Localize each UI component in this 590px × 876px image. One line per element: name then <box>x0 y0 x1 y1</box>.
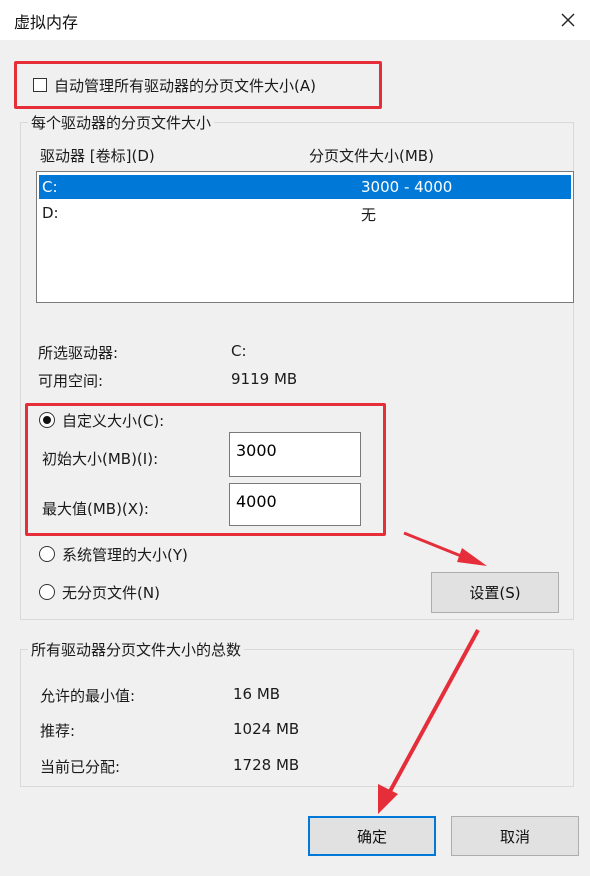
arrow-to-ok-button-icon <box>378 629 480 814</box>
annotation-arrows <box>378 531 487 814</box>
arrow-to-set-button-icon <box>403 531 487 566</box>
